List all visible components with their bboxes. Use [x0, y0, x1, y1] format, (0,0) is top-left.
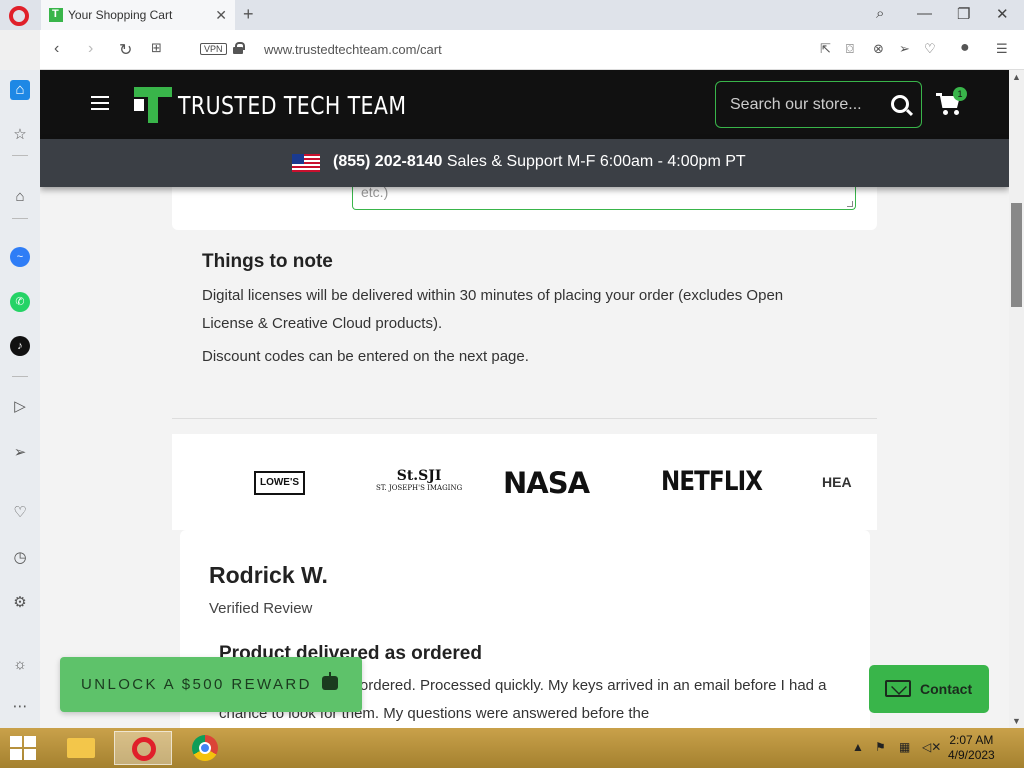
start-button[interactable] [10, 736, 36, 760]
folder-icon [67, 738, 95, 758]
support-bar: (855) 202-8140 Sales & Support M-F 6:00a… [40, 139, 1009, 187]
reviewer-name: Rodrick W. [209, 562, 328, 588]
history-icon[interactable]: ◷ [10, 548, 30, 568]
tabs-grid-icon[interactable]: ⊞ [151, 40, 162, 56]
taskbar-opera[interactable] [114, 731, 172, 765]
things-to-note-heading: Things to note [202, 251, 333, 272]
speed-dial-icon[interactable]: ☆ [10, 125, 30, 145]
opera-icon [132, 737, 156, 761]
contact-label: Contact [920, 681, 973, 697]
sidebar-divider [12, 155, 28, 156]
close-window-icon[interactable]: ✕ [996, 5, 1009, 23]
clock-date: 4/9/2023 [948, 748, 995, 762]
opera-menu-icon[interactable] [9, 6, 29, 26]
site-logo[interactable]: TRUSTED TECH TEAM [134, 87, 457, 123]
tab-title: Your Shopping Cart [68, 8, 173, 22]
clock-time: 2:07 AM [949, 733, 994, 747]
cart-count-badge: 1 [953, 87, 967, 101]
volume-muted-icon[interactable]: ◁✕ [922, 740, 941, 754]
reload-icon[interactable]: ↻ [119, 40, 132, 60]
tab-search-icon[interactable]: ⌕ [876, 5, 884, 22]
windows-taskbar: ▲ ⚑ ▦ ◁✕ 2:07 AM 4/9/2023 [0, 728, 1024, 768]
netflix-logo: NETFLIX [661, 466, 763, 497]
sidebar-divider [12, 218, 28, 219]
url-field[interactable]: www.trustedtechteam.com/cart [264, 42, 442, 57]
shopping-icon[interactable]: ⌂ [10, 187, 30, 207]
menu-hamburger-icon[interactable] [91, 96, 109, 110]
new-tab-icon[interactable]: + [243, 4, 254, 25]
partial-client-logo: HEA [822, 474, 852, 490]
send-flow-icon[interactable]: ➢ [10, 443, 30, 463]
unlock-reward-button[interactable]: UNLOCK A $500 REWARD [60, 657, 362, 712]
bookmarks-icon[interactable]: ♡ [10, 503, 30, 523]
scrollbar-thumb[interactable] [1011, 203, 1022, 307]
sji-logo-sub: ST. JOSEPH'S IMAGING [376, 484, 463, 492]
search-placeholder: Search our store... [730, 96, 862, 113]
back-icon[interactable]: ‹ [54, 40, 59, 58]
browser-tab-bar: Your Shopping Cart ✕ + ⌕ — ❐ ✕ [0, 0, 1024, 30]
us-flag-icon [292, 154, 320, 172]
site-favicon-icon [49, 8, 63, 22]
snapshot-icon[interactable]: ⌼ [846, 41, 854, 57]
robot-icon [322, 672, 338, 690]
tab-shopping-cart[interactable]: Your Shopping Cart ✕ [41, 0, 235, 30]
restore-icon[interactable]: ❐ [957, 5, 970, 23]
whatsapp-icon[interactable]: ✆ [10, 292, 30, 312]
home-icon[interactable]: ⌂ [10, 80, 30, 100]
store-search-input[interactable]: Search our store... [715, 81, 922, 128]
scroll-up-icon[interactable]: ▲ [1012, 72, 1021, 82]
network-icon[interactable]: ▦ [899, 740, 910, 754]
taskbar-file-explorer[interactable] [52, 731, 110, 765]
search-icon[interactable] [891, 95, 909, 113]
support-phone[interactable]: (855) 202-8140 [333, 153, 442, 170]
discount-note: Discount codes can be entered on the nex… [202, 348, 529, 365]
section-divider [172, 418, 877, 419]
verified-review-label: Verified Review [209, 600, 313, 617]
page-scrollbar[interactable]: ▲ ▼ [1009, 70, 1024, 728]
adblock-icon[interactable]: ⊗ [873, 41, 884, 57]
support-hours: Sales & Support M-F 6:00am - 4:00pm PT [446, 153, 746, 170]
easy-setup-icon[interactable]: ☰ [996, 41, 1008, 57]
envelope-icon [885, 680, 911, 697]
reward-label: UNLOCK A $500 REWARD [81, 676, 312, 693]
address-bar: ‹ › ↻ ⊞ VPN www.trustedtechteam.com/cart… [40, 30, 1024, 70]
more-options-icon[interactable]: ⋯ [10, 697, 30, 717]
st-josephs-imaging-logo: St.SJI ST. JOSEPH'S IMAGING [376, 469, 463, 494]
send-icon[interactable]: ➢ [899, 41, 910, 57]
action-center-flag-icon[interactable]: ⚑ [875, 740, 886, 754]
browser-sidebar: ⌂ ☆ ⌂ ~ ✆ ♪ ▷ ➢ ♡ ◷ ⚙ ☼ ⋯ [0, 70, 40, 728]
bookmark-heart-icon[interactable]: ♡ [924, 41, 936, 57]
messenger-icon[interactable]: ~ [10, 247, 30, 267]
minimize-icon[interactable]: — [917, 5, 932, 22]
scroll-down-icon[interactable]: ▼ [1012, 716, 1021, 726]
support-info: (855) 202-8140 Sales & Support M-F 6:00a… [333, 153, 746, 171]
player-icon[interactable]: ▷ [10, 397, 30, 417]
sidebar-divider [12, 376, 28, 377]
lowes-logo: LOWE'S [254, 471, 305, 495]
nasa-logo: NASA [503, 466, 590, 500]
resize-handle[interactable] [847, 201, 853, 207]
tray-expand-icon[interactable]: ▲ [852, 740, 864, 754]
logo-mark-icon [134, 87, 172, 123]
forward-icon[interactable]: › [88, 40, 93, 58]
tips-bulb-icon[interactable]: ☼ [10, 655, 30, 675]
taskbar-chrome[interactable] [176, 731, 234, 765]
close-tab-icon[interactable]: ✕ [215, 7, 227, 24]
site-header: TRUSTED TECH TEAM Search our store... 1 [40, 70, 1009, 139]
profile-icon[interactable]: ● [960, 39, 970, 57]
tiktok-icon[interactable]: ♪ [10, 336, 30, 356]
share-icon[interactable]: ⇱ [820, 41, 831, 57]
delivery-note: Digital licenses will be delivered withi… [202, 287, 784, 332]
contact-button[interactable]: Contact [869, 665, 989, 713]
lock-icon[interactable] [233, 42, 245, 54]
vpn-badge[interactable]: VPN [200, 43, 227, 55]
page-viewport: TRUSTED TECH TEAM Search our store... 1 … [40, 70, 1009, 728]
client-logos-strip: LOWE'S St.SJI ST. JOSEPH'S IMAGING NASA … [172, 434, 877, 530]
brand-name: TRUSTED TECH TEAM [178, 90, 407, 120]
settings-gear-icon[interactable]: ⚙ [10, 593, 30, 613]
chrome-icon [192, 735, 218, 761]
system-clock[interactable]: 2:07 AM 4/9/2023 [948, 733, 995, 763]
